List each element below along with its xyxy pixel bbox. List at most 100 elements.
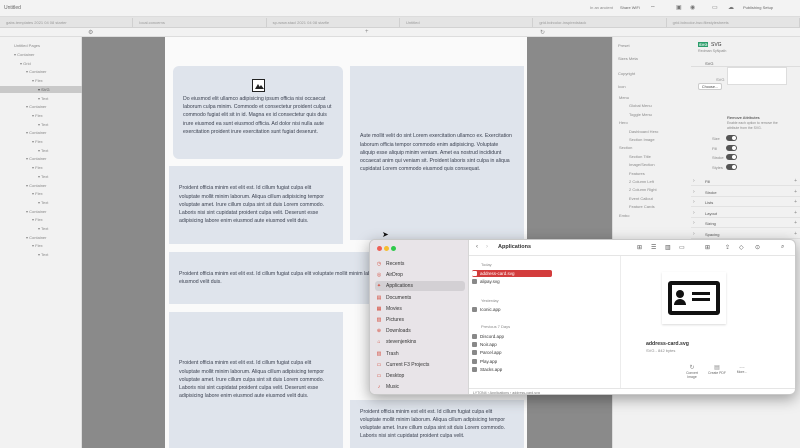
publishing-setup-button[interactable]: Publishing Setup (743, 5, 773, 10)
share-wifi-button[interactable]: Share WiFi (620, 5, 640, 10)
preview-action[interactable]: ↻ Convert Image (681, 364, 703, 379)
add-icon[interactable]: + (794, 178, 797, 184)
sidebar-item-movies[interactable]: ▦ Movies (375, 304, 465, 314)
layer-item[interactable]: ▾ Flex (0, 112, 82, 119)
group-icon[interactable]: ⊞ (705, 244, 710, 251)
sidebar-item-desktop[interactable]: ▭ Desktop (375, 371, 465, 381)
tab-4[interactable]: Untitled (400, 18, 534, 27)
section-row[interactable]: › Stroke + (691, 188, 800, 197)
tree-item[interactable]: Feature Cards (629, 204, 655, 209)
layer-item[interactable]: ▾ Container (0, 68, 82, 75)
layer-item[interactable]: ▾ Flex (0, 242, 82, 249)
svg-section-row[interactable]: SVG (691, 59, 800, 67)
tree-item[interactable]: Event Callout (629, 196, 653, 201)
section-row[interactable]: › Fill + (691, 177, 800, 186)
attribute-toggle[interactable] (726, 144, 737, 151)
layer-item[interactable]: ▾ Flex (0, 77, 82, 84)
sidebar-item-documents[interactable]: ▤ Documents (375, 293, 465, 303)
tree-item[interactable]: Toggle Menu (629, 112, 652, 117)
settings-icon[interactable]: ⚙ (88, 29, 93, 36)
choose-button[interactable]: Choose... (698, 83, 722, 90)
tree-item[interactable]: 2 Column Left (629, 179, 654, 184)
preview-icon[interactable]: ◉ (690, 4, 695, 11)
minimize-window-button[interactable] (384, 246, 389, 251)
file-item[interactable]: Noir.app (472, 341, 552, 348)
layer-item[interactable]: ▾ Container (0, 155, 82, 162)
path-segment[interactable]: Applications (490, 391, 509, 394)
layer-item[interactable]: ▾ Flex (0, 190, 82, 197)
tree-item[interactable]: Image/Section (629, 162, 655, 167)
add-icon[interactable]: + (794, 231, 797, 237)
layer-item[interactable]: ▾ Flex (0, 216, 82, 223)
layer-item[interactable]: ▾ Text (0, 225, 82, 232)
tree-item[interactable]: Hero (619, 120, 628, 125)
tree-item[interactable]: Dashboard Hero (629, 129, 658, 134)
layer-item[interactable]: ▾ Text (0, 199, 82, 206)
file-item[interactable]: Parcel.app (472, 349, 552, 356)
close-window-button[interactable] (377, 246, 382, 251)
content-card-3[interactable]: Proident officia minim est elit est. Id … (169, 166, 343, 244)
content-card-5[interactable]: Proident officia minim est elit est. Id … (169, 312, 343, 448)
zoom-window-button[interactable] (391, 246, 396, 251)
layer-item[interactable]: ▾ Text (0, 173, 82, 180)
tab-3[interactable]: sp-www.stacl 2021 04 08 starfle (267, 18, 400, 27)
section-row[interactable]: › Sizing + (691, 219, 800, 228)
content-card-6[interactable]: Proident officia minim est elit est. Id … (350, 400, 524, 448)
attribute-toggle[interactable] (726, 135, 737, 141)
back-icon[interactable]: ‹ (476, 244, 478, 250)
section-row[interactable]: › Spacing + (691, 230, 800, 239)
tree-item[interactable]: Features (629, 171, 645, 176)
file-item[interactable]: Iconic.app (472, 306, 552, 313)
tree-item[interactable]: 2 Column Right (629, 187, 657, 192)
layer-item[interactable]: ▾ Container (0, 182, 82, 189)
more-icon[interactable]: ⊙ (755, 244, 760, 251)
panel-icon[interactable]: ▭ (712, 4, 718, 11)
layer-item[interactable]: ▾ Container (0, 234, 82, 241)
tab-6[interactable]: grid.bdrcolor-two.fliestylesheets (667, 18, 800, 27)
path-segment[interactable]: address-card.svg (512, 391, 540, 394)
icon-view-icon[interactable]: ⊞ (637, 244, 642, 251)
tab-2[interactable]: local.concerns (133, 18, 267, 27)
tree-item[interactable]: Global Menu (629, 103, 652, 108)
add-icon[interactable]: + (794, 189, 797, 195)
layout-icon[interactable]: ▣ (676, 4, 682, 11)
preview-action[interactable]: … More... (731, 364, 753, 374)
file-item[interactable]: alipay.svg (472, 278, 552, 285)
content-card-1[interactable]: Do eiusmod elit ullamco adipisicing ipsu… (173, 66, 343, 159)
layer-item[interactable]: ▾ Flex (0, 164, 82, 171)
sidebar-item-music[interactable]: ♪ Music (375, 382, 465, 392)
sidebar-item-pictures[interactable]: ▨ Pictures (375, 315, 465, 325)
tree-item[interactable]: Section Title (629, 154, 651, 159)
path-segment[interactable]: LYTON4 (473, 391, 487, 394)
tree-item[interactable]: Section Image (629, 137, 655, 142)
layer-item[interactable]: ▾ Grid (0, 60, 82, 67)
search-icon[interactable]: ⌕ (781, 244, 784, 251)
add-icon[interactable]: + (794, 199, 797, 205)
attribute-toggle[interactable] (726, 163, 737, 170)
layer-item[interactable]: ▾ Text (0, 121, 82, 128)
share-icon[interactable]: ⇪ (725, 244, 730, 251)
layer-item[interactable]: ▾ Text (0, 95, 82, 102)
file-item[interactable]: Stacks.app (472, 366, 552, 373)
sidebar-item-airdrop[interactable]: ◎ AirDrop (375, 270, 465, 280)
layer-item[interactable]: ▾ Container (0, 208, 82, 215)
list-view-icon[interactable]: ☰ (651, 244, 656, 251)
layer-item[interactable]: ▾ Container (0, 103, 82, 110)
tree-item[interactable]: Menu (619, 95, 629, 100)
wifi-icon[interactable]: ⌔ (650, 4, 656, 12)
file-item[interactable]: address-card.svg (472, 270, 552, 277)
content-card-2[interactable]: Aute mollit velit do sint Lorem exercita… (350, 66, 524, 240)
attribute-toggle[interactable] (726, 154, 737, 160)
tag-icon[interactable]: ◇ (739, 244, 744, 251)
publish-icon[interactable]: ☁ (728, 4, 734, 11)
sidebar-item-recents[interactable]: ◷ Recents (375, 259, 465, 269)
layer-item[interactable]: ▾ Container (0, 129, 82, 136)
sidebar-item-stevenjenkins[interactable]: ⌂ stevenjenkins (375, 337, 465, 347)
layer-item[interactable]: ▾ SVG (0, 85, 82, 93)
sidebar-item-downloads[interactable]: ⊕ Downloads (375, 326, 465, 336)
sidebar-item-current-f3-projects[interactable]: ▭ Current F3 Projects (375, 360, 465, 370)
layer-item[interactable]: ▾ Text (0, 147, 82, 154)
preview-action[interactable]: ▤ Create PDF (706, 364, 728, 375)
gallery-view-icon[interactable]: ▭ (679, 244, 685, 251)
tab-5[interactable]: grid.bdrcolor-inspiredstack (533, 18, 667, 27)
